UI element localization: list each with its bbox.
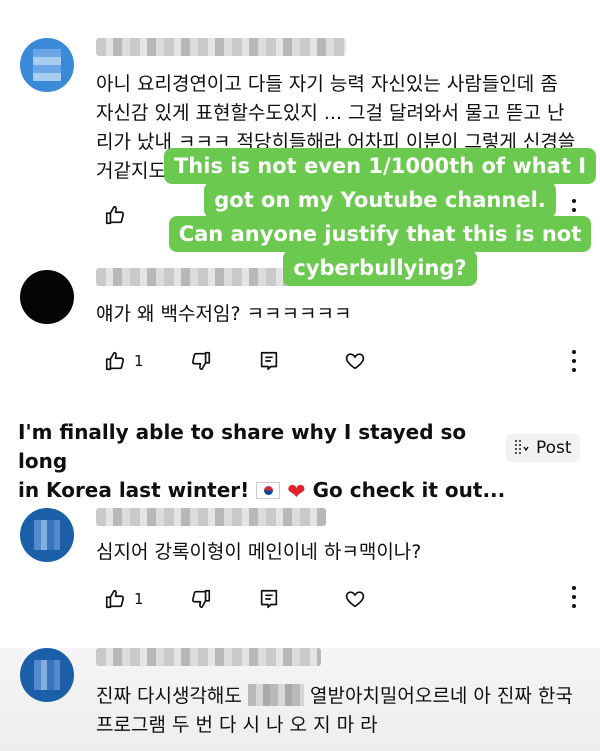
comment-text: 얘가 왜 백수저임? ㅋㅋㅋㅋㅋㅋ — [96, 303, 352, 325]
promo-line-1: I'm finally able to share why I stayed s… — [18, 420, 467, 473]
comment-actions: 1 — [104, 346, 366, 376]
avatar[interactable] — [20, 270, 74, 324]
reply-button[interactable] — [258, 584, 280, 614]
reply-icon — [260, 351, 277, 371]
like-button[interactable]: 1 — [104, 346, 144, 376]
dislike-button[interactable] — [190, 584, 212, 614]
thumbs-up-icon — [105, 589, 125, 609]
overlay-caption: This is not even 1/1000th of what I got … — [160, 148, 600, 286]
korea-flag-icon — [256, 482, 281, 499]
thumbs-down-icon — [191, 589, 210, 609]
avatar[interactable] — [20, 508, 74, 562]
reply-icon — [260, 589, 277, 609]
more-options-icon[interactable] — [568, 586, 580, 608]
thumbs-up-icon — [105, 351, 125, 371]
overlay-line-1: This is not even 1/1000th of what I — [163, 148, 597, 184]
author-name-blurred[interactable] — [96, 508, 326, 526]
heart-button[interactable] — [344, 346, 366, 376]
like-button[interactable] — [104, 200, 126, 230]
redacted-name-block — [247, 684, 304, 706]
thumbs-up-icon — [105, 205, 125, 225]
avatar[interactable] — [20, 38, 74, 92]
promo-cta: Go check it out... — [312, 478, 506, 502]
like-button[interactable]: 1 — [104, 584, 144, 614]
promo-line-2: in Korea last winter! — [18, 478, 250, 502]
post-icon — [515, 440, 529, 456]
more-options-icon[interactable] — [568, 350, 580, 372]
heart-button[interactable] — [344, 584, 366, 614]
like-count: 1 — [134, 352, 144, 370]
post-label: Post — [536, 438, 572, 458]
comment-actions — [104, 200, 126, 230]
comment-text-part-1: 진짜 다시생각해도 — [96, 685, 242, 707]
comment-actions: 1 — [104, 584, 366, 614]
promo-post-text[interactable]: I'm finally able to share why I stayed s… — [18, 418, 508, 507]
avatar[interactable] — [20, 648, 74, 702]
author-name-blurred[interactable] — [96, 648, 321, 666]
author-name-blurred[interactable] — [96, 38, 346, 56]
comment-text: 심지어 강록이형이 메인이네 하ㅋ맥이나? — [96, 541, 422, 563]
reply-button[interactable] — [258, 346, 280, 376]
comment-text: 진짜 다시생각해도 열받아치밀어오르네 아 진짜 한국프로그램 두 번 다 시 … — [96, 682, 576, 740]
overlay-line-3: Can anyone justify that this is not — [168, 216, 592, 252]
overlay-line-2: got on my Youtube channel. — [204, 182, 556, 218]
like-count: 1 — [134, 590, 144, 608]
overlay-line-4: cyberbullying? — [283, 250, 477, 286]
heart-icon — [345, 353, 364, 370]
post-chip[interactable]: Post — [506, 434, 580, 462]
heart-emoji: ❤ — [287, 480, 306, 505]
heart-icon — [345, 591, 364, 608]
dislike-button[interactable] — [190, 346, 212, 376]
thumbs-down-icon — [191, 351, 210, 371]
